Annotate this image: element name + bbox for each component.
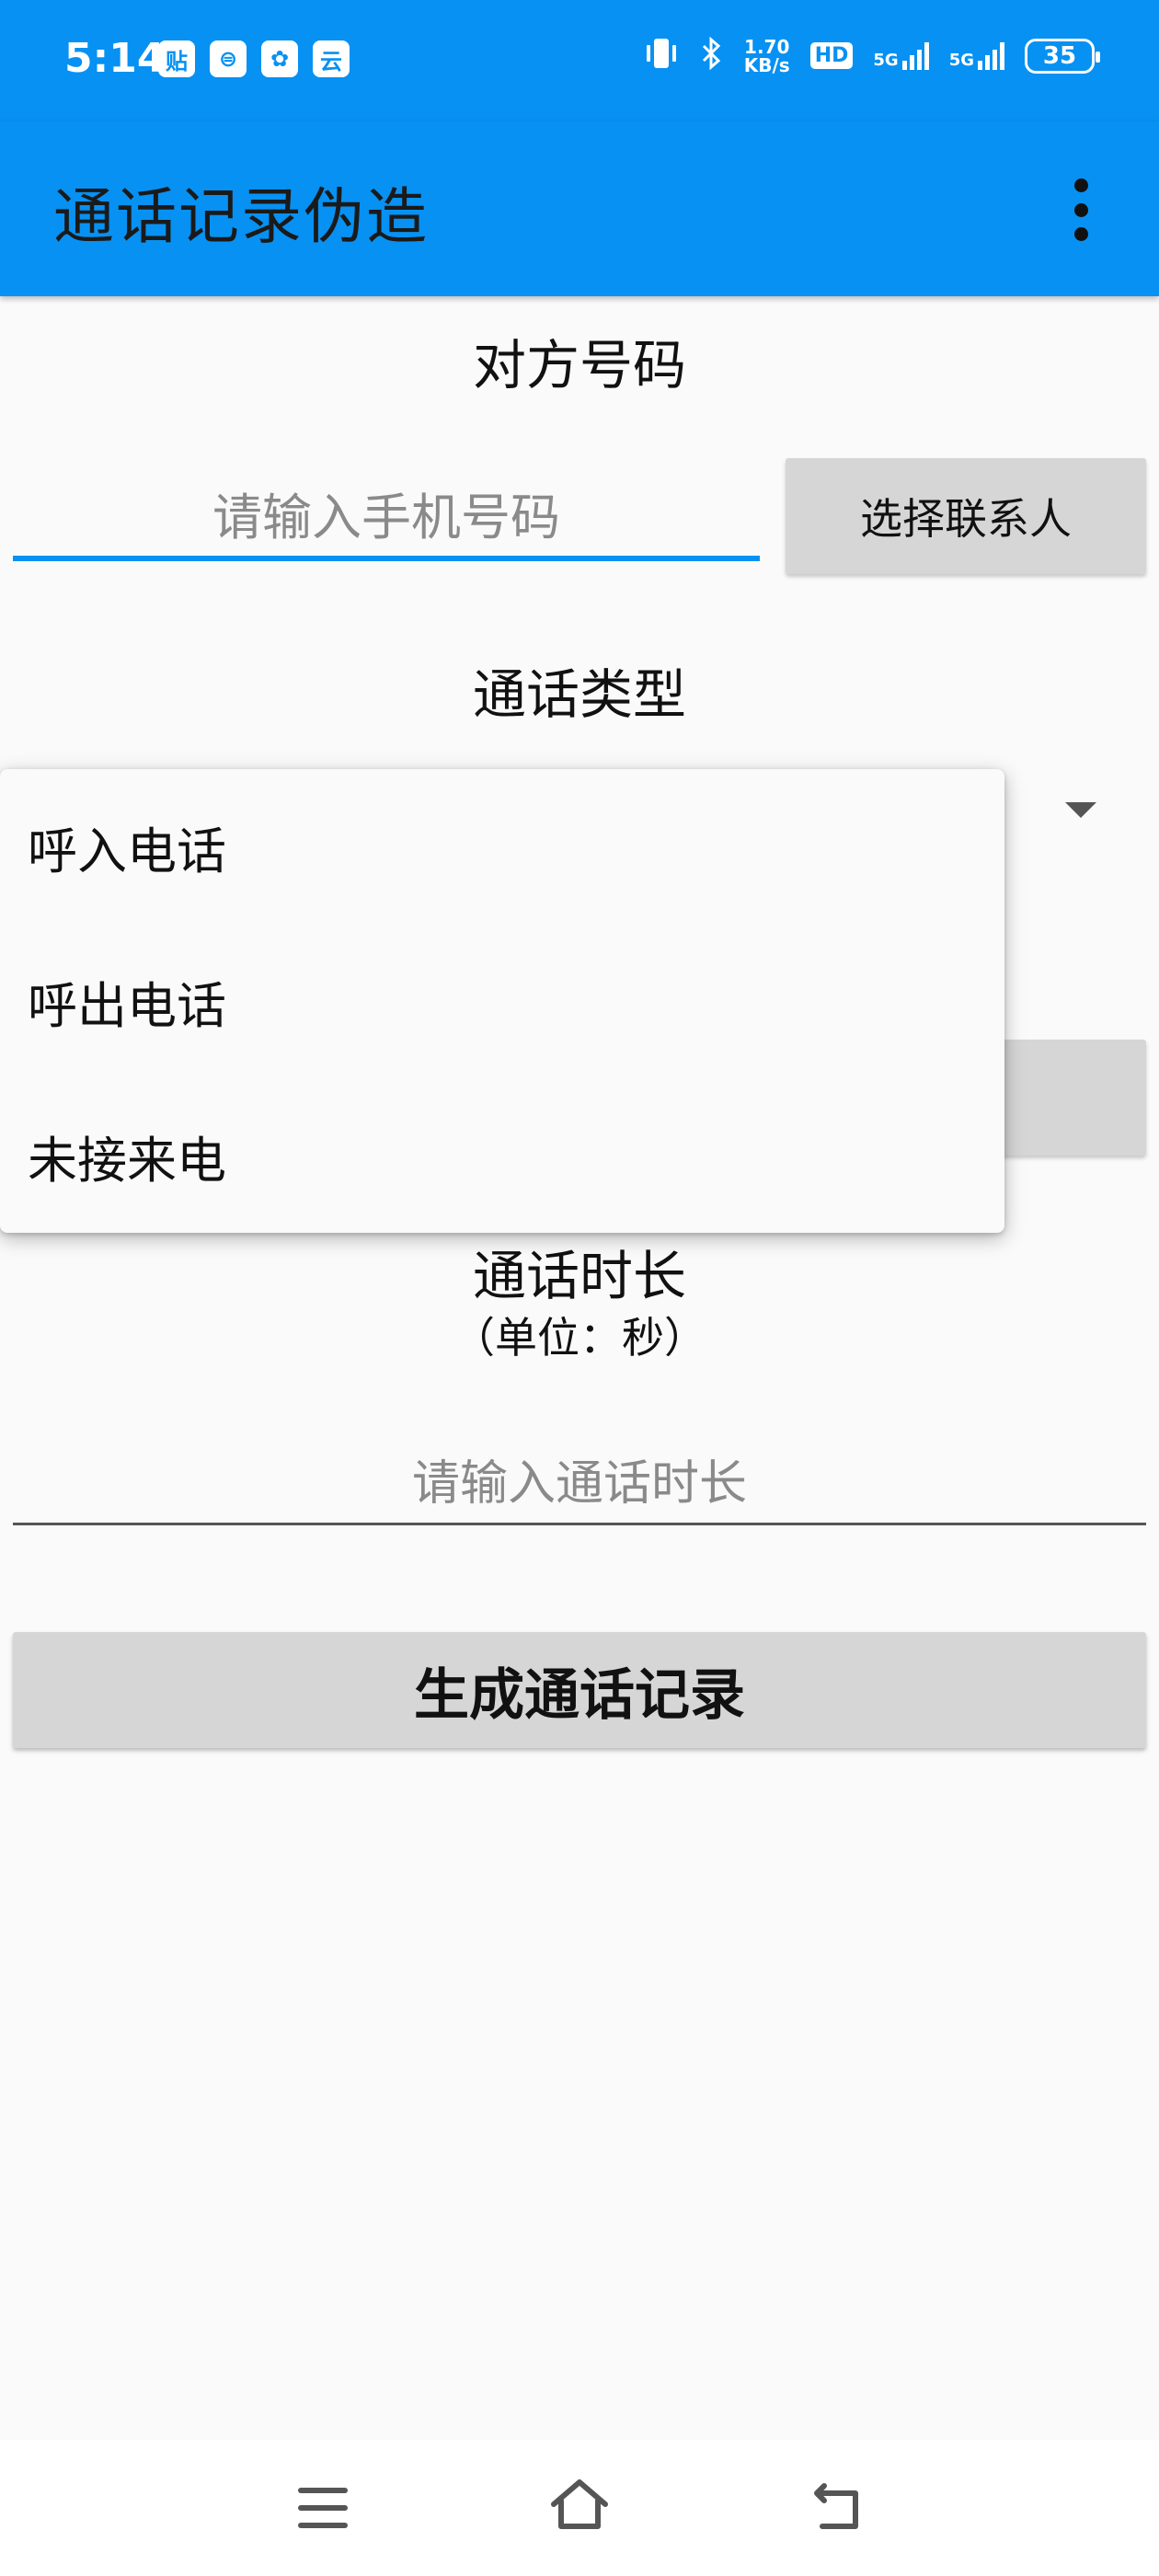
vibrate-icon bbox=[643, 37, 680, 75]
duration-unit-label: （单位：秒） bbox=[453, 1313, 706, 1363]
duration-label: 通话时长 bbox=[472, 1245, 686, 1307]
home-icon[interactable] bbox=[548, 2477, 611, 2536]
cloud-notification-icon: 云 bbox=[313, 40, 350, 77]
dropdown-option-missed[interactable]: 未接来电 bbox=[0, 1078, 1004, 1233]
signal-sim1-icon: 5G bbox=[873, 41, 929, 70]
phone-input-wrap bbox=[13, 478, 760, 561]
phone-input[interactable] bbox=[13, 478, 760, 561]
dropdown-option-outgoing[interactable]: 呼出电话 bbox=[0, 924, 1004, 1078]
app-notification-icon: ⊜ bbox=[210, 40, 247, 77]
network-speed: 1.70 KB/s bbox=[743, 35, 790, 76]
back-icon[interactable] bbox=[809, 2480, 865, 2534]
dropdown-option-incoming[interactable]: 呼入电话 bbox=[0, 769, 1004, 924]
status-bar: 5:14 贴 ⊜ ✿ 云 1.70 KB/s HD 5G 5G 35 bbox=[0, 0, 1159, 121]
generate-call-log-button[interactable]: 生成通话记录 bbox=[13, 1632, 1146, 1748]
select-contact-button[interactable]: 选择联系人 bbox=[786, 458, 1146, 574]
bluetooth-icon bbox=[700, 36, 724, 75]
app-bar: 通话记录伪造 bbox=[0, 121, 1159, 296]
menu-icon[interactable] bbox=[298, 2488, 348, 2528]
notification-icons: 贴 ⊜ ✿ 云 bbox=[158, 40, 350, 77]
app-title: 通话记录伪造 bbox=[53, 181, 429, 252]
dropdown-arrow-icon[interactable] bbox=[1065, 802, 1096, 818]
call-type-dropdown: 呼入电话 呼出电话 未接来电 bbox=[0, 769, 1004, 1233]
hd-voice-badge: HD bbox=[809, 42, 854, 69]
status-indicators: 1.70 KB/s HD 5G 5G 35 bbox=[643, 35, 1100, 76]
tieba-notification-icon: 贴 bbox=[158, 40, 195, 77]
status-time: 5:14 bbox=[64, 35, 166, 82]
navigation-bar bbox=[0, 2440, 1159, 2576]
phone-label: 对方号码 bbox=[472, 334, 686, 397]
duration-input[interactable] bbox=[13, 1444, 1146, 1525]
more-options-icon[interactable] bbox=[1067, 178, 1095, 241]
duration-input-wrap bbox=[13, 1444, 1146, 1525]
flower-notification-icon: ✿ bbox=[261, 40, 298, 77]
signal-sim2-icon: 5G bbox=[949, 41, 1004, 70]
battery-icon: 35 bbox=[1025, 38, 1100, 74]
call-type-label: 通话类型 bbox=[472, 663, 686, 726]
